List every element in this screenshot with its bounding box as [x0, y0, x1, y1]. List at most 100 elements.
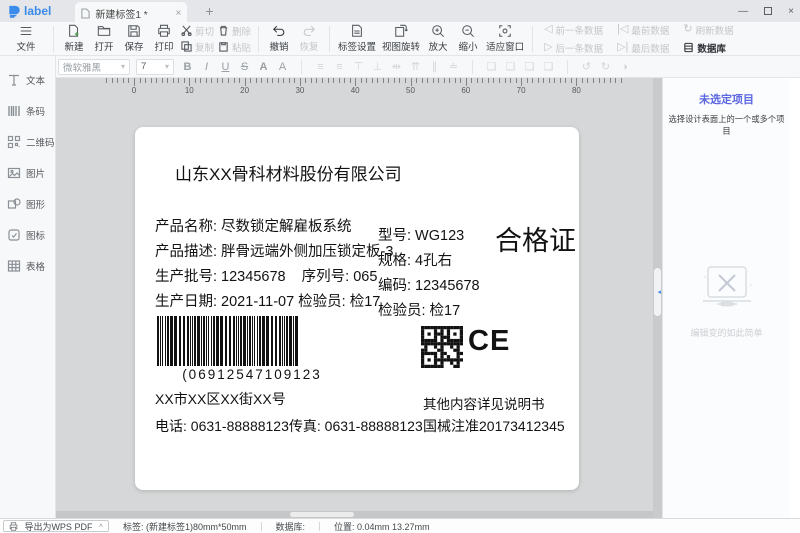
label-size-status: 标签: (新建标签1)80mm*50mm: [123, 520, 247, 533]
prev-record-button[interactable]: ◁前一条数据: [544, 23, 603, 37]
cut-button[interactable]: 剪切: [181, 24, 214, 38]
align-vcenter-icon[interactable]: ⇹: [389, 60, 404, 73]
redo-button[interactable]: 恢复: [294, 23, 324, 54]
product-fields-text[interactable]: 产品名称: 尽数锁定解雇板系统产品描述: 胖骨远端外侧加压锁定板-3生产批号: …: [155, 215, 393, 315]
vertical-scrollbar[interactable]: ◂: [653, 78, 662, 518]
window-minimize-icon[interactable]: —: [738, 6, 748, 17]
properties-panel: 未选定项目 选择设计表面上的一个或多个项目 编辑变的如此简单: [662, 78, 790, 518]
horizontal-scrollbar[interactable]: [56, 511, 653, 518]
fit-window-icon: [498, 24, 512, 38]
export-dropdown[interactable]: 导出为WPS PDF ˄: [3, 520, 109, 532]
paste-button[interactable]: 粘贴: [218, 40, 251, 54]
zoom-in-button[interactable]: 放大: [423, 23, 453, 54]
format-toolbar: 微软雅黑▾ 7▾ B I U S A A ≡ ≡ ⊤ ⊥ ⇹ ⇈ ∥: [56, 56, 800, 78]
registration-number-text[interactable]: 国械注准20173412345: [423, 416, 565, 436]
italic-button[interactable]: I: [199, 61, 214, 73]
sidebar-item-barcode[interactable]: 条码: [0, 95, 55, 126]
note-text[interactable]: 其他内容详见说明书: [423, 393, 545, 413]
layer-up-icon[interactable]: ❏: [522, 60, 537, 73]
panel-caption: 编辑变的如此简单: [663, 326, 790, 339]
save-icon: [127, 24, 141, 38]
new-button[interactable]: 新建: [59, 23, 89, 54]
sidebar-item-text[interactable]: 文本: [0, 64, 55, 95]
align-left-icon[interactable]: ≡: [313, 61, 328, 73]
first-record-button[interactable]: |◁最前数据: [617, 23, 669, 37]
strikethrough-button[interactable]: S: [237, 61, 252, 73]
window-close-icon[interactable]: ×: [788, 6, 794, 17]
tab-close-icon[interactable]: ×: [176, 8, 182, 19]
new-file-icon: [67, 24, 81, 38]
last-record-icon: ▷|: [617, 42, 628, 53]
save-button[interactable]: 保存: [119, 23, 149, 54]
phone-fax-text[interactable]: 电话: 0631-88888123传真: 0631-88888123: [155, 416, 423, 436]
undo-icon: [272, 24, 286, 38]
barcode-digits[interactable]: (06912547109123: [157, 367, 347, 382]
sidebar-item-image[interactable]: 图片: [0, 157, 55, 188]
underline-button[interactable]: U: [218, 61, 233, 73]
align-top-icon[interactable]: ⊤: [351, 60, 366, 73]
font-color-button[interactable]: A: [275, 61, 290, 73]
delete-button[interactable]: 删除: [218, 24, 251, 38]
prev-record-icon: ◁: [544, 24, 552, 35]
label-settings-button[interactable]: 标签设置: [335, 23, 379, 54]
layer-down-icon[interactable]: ❏: [541, 60, 556, 73]
panel-collapse-icon[interactable]: ◂: [657, 288, 661, 296]
view-rotate-button[interactable]: 视图旋转: [379, 23, 423, 54]
next-record-button[interactable]: ▷后一条数据: [544, 41, 603, 55]
address-text[interactable]: XX市XX区XX街XX号: [155, 389, 286, 409]
chevron-down-icon: ▾: [165, 62, 169, 71]
sidebar-item-table[interactable]: 表格: [0, 250, 55, 281]
align-center-icon[interactable]: ≡: [332, 61, 347, 73]
align-bottom-icon[interactable]: ⊥: [370, 60, 385, 73]
zoom-out-button[interactable]: 缩小: [453, 23, 483, 54]
rotate-right-icon[interactable]: ↻: [598, 60, 613, 73]
barcode-tool-icon: [7, 104, 21, 118]
company-name-text[interactable]: 山东XX骨科材料股份有限公司: [175, 160, 402, 185]
barcode-object[interactable]: [157, 316, 347, 366]
qr-code-object[interactable]: [421, 326, 463, 368]
align-grid-icon[interactable]: ≐: [446, 60, 461, 73]
sidebar-item-shape[interactable]: 图形: [0, 188, 55, 219]
bold-button[interactable]: B: [180, 61, 195, 73]
layer-front-icon[interactable]: ❏: [484, 60, 499, 73]
print-button[interactable]: 打印: [149, 23, 179, 54]
next-record-icon: ▷: [544, 42, 552, 53]
no-selection-subtitle: 选择设计表面上的一个或多个项目: [668, 113, 785, 137]
file-menu-button[interactable]: 文件: [4, 23, 48, 54]
font-effect-button[interactable]: A: [256, 61, 271, 73]
undo-button[interactable]: 撤销: [264, 23, 294, 54]
distribute-v-icon[interactable]: ∥: [427, 60, 442, 73]
laptop-illustration-icon: [695, 263, 759, 311]
sidebar-item-icon[interactable]: 图标: [0, 219, 55, 250]
refresh-data-button[interactable]: ↻刷新数据: [683, 23, 733, 37]
flip-icon[interactable]: ◑: [617, 61, 632, 73]
new-tab-button[interactable]: +: [205, 3, 213, 19]
layer-back-icon[interactable]: ❏: [503, 60, 518, 73]
horizontal-scrollbar-thumb[interactable]: [290, 512, 354, 517]
distribute-h-icon[interactable]: ⇈: [408, 60, 423, 73]
copy-button[interactable]: 复制: [181, 40, 214, 54]
open-button[interactable]: 打开: [89, 23, 119, 54]
app-logo-text: label: [24, 4, 51, 18]
last-record-button[interactable]: ▷|最后数据: [617, 41, 669, 55]
sidebar-item-qrcode[interactable]: 二维码: [0, 126, 55, 157]
document-tab[interactable]: 新建标签1 * ×: [75, 2, 187, 24]
font-family-select[interactable]: 微软雅黑▾: [58, 59, 130, 75]
open-folder-icon: [97, 24, 111, 38]
database-button[interactable]: 数据库: [683, 41, 733, 55]
window-maximize-icon[interactable]: [764, 7, 772, 15]
fit-window-button[interactable]: 适应窗口: [483, 23, 527, 54]
trash-icon: [218, 25, 229, 36]
label-document[interactable]: 山东XX骨科材料股份有限公司 产品名称: 尽数锁定解雇板系统产品描述: 胖骨远端…: [135, 127, 579, 490]
rotate-left-icon[interactable]: ↺: [579, 60, 594, 73]
database-icon: [683, 42, 694, 53]
certificate-text[interactable]: 合格证: [495, 219, 576, 258]
design-canvas[interactable]: 01020304050607080 山东XX骨科材料股份有限公司 产品名称: 尽…: [56, 78, 662, 518]
ce-mark-text[interactable]: CE: [468, 325, 510, 358]
spec-fields-text[interactable]: 型号: WG123规格: 4孔右编码: 12345678检验员: 检17: [378, 224, 480, 324]
cursor-position-status: 位置: 0.04mm 13.27mm: [334, 520, 430, 533]
font-size-select[interactable]: 7▾: [136, 59, 174, 75]
paste-icon: [218, 41, 229, 52]
icon-tool-icon: [7, 228, 21, 242]
print-icon: [157, 24, 171, 38]
